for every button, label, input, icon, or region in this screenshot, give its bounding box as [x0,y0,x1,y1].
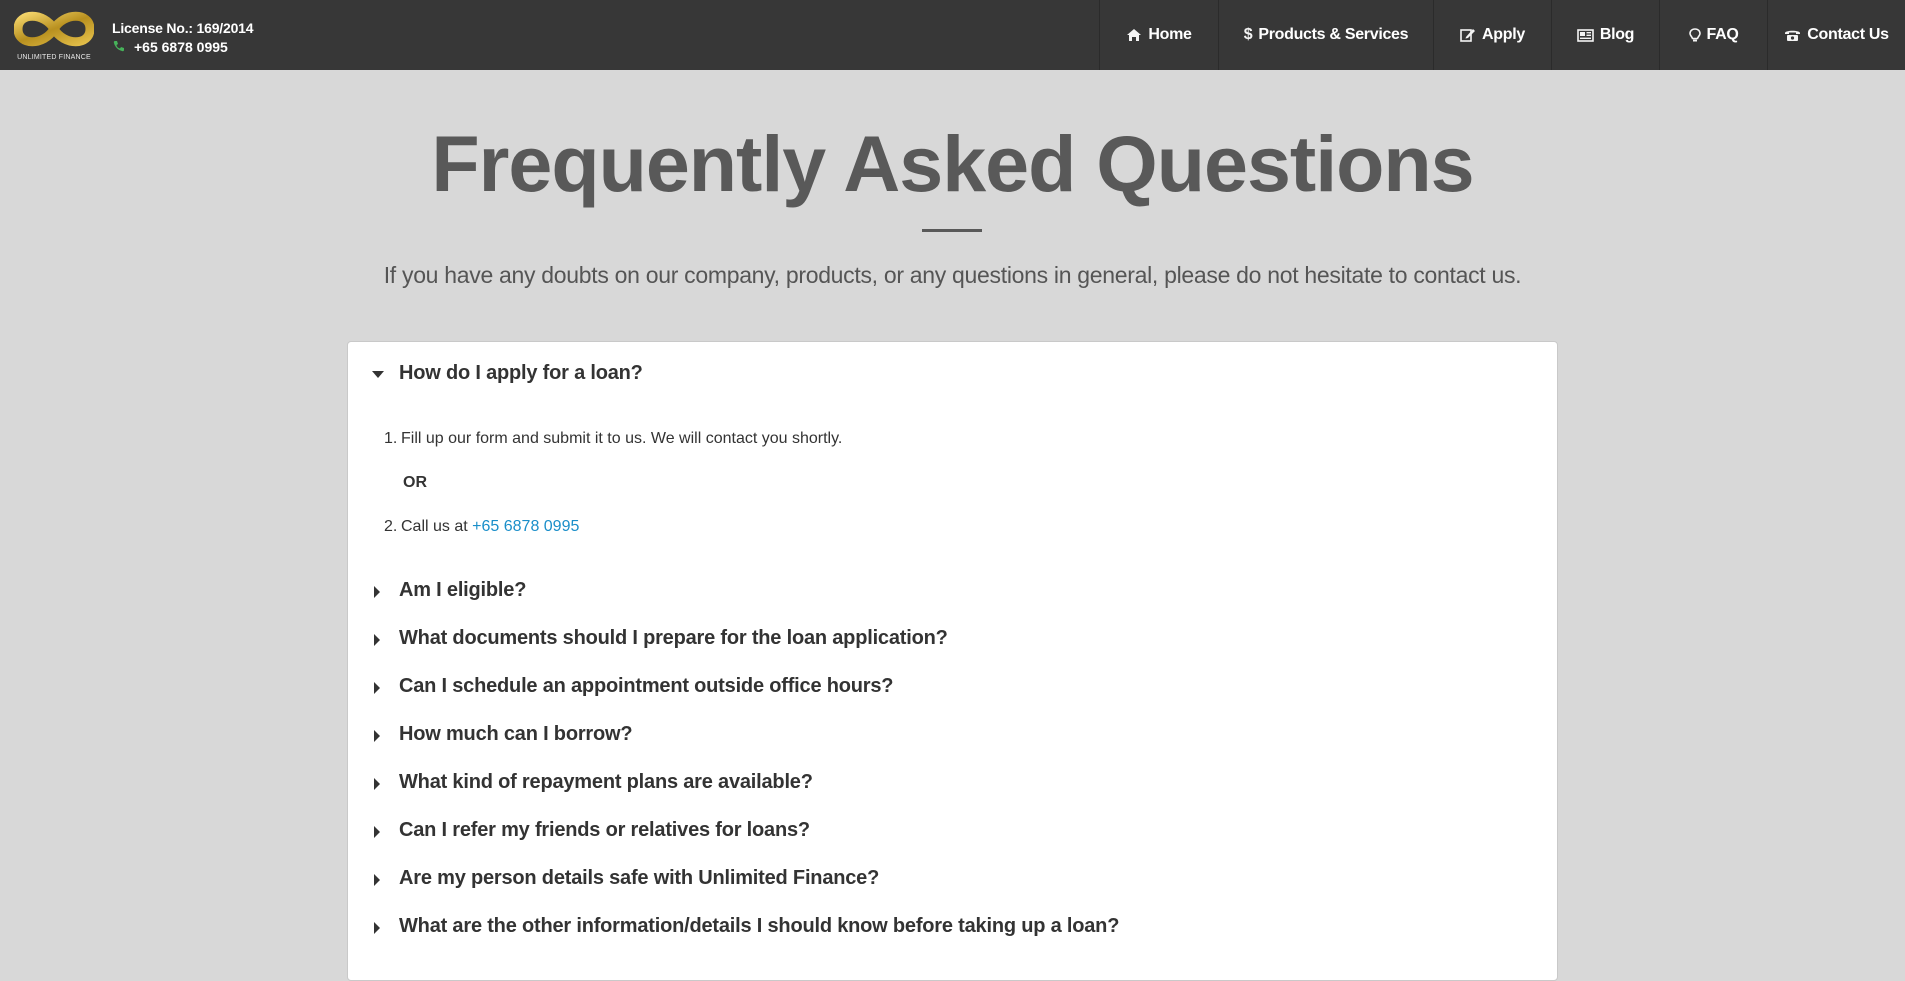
nav-blog[interactable]: Blog [1551,0,1659,70]
caret-right-icon [372,729,382,742]
caret-right-icon [372,585,382,598]
caret-right-icon [372,921,382,934]
faq-question[interactable]: What are the other information/details I… [372,915,1119,938]
faq-question[interactable]: Can I schedule an appointment outside of… [372,675,893,698]
faq-question-text: What documents should I prepare for the … [399,627,948,649]
nav-faq-label: FAQ [1706,26,1739,43]
faq-question-text: How much can I borrow? [399,723,633,745]
nav-blog-label: Blog [1599,26,1635,43]
nav-home-label: Home [1148,26,1192,43]
step-1-text: Fill up our form and submit it to us. We… [401,430,843,447]
faq-panel: How do I apply for a loan? 1. Fill up our… [347,341,1558,981]
home-icon [1126,28,1142,42]
faq-question-text: How do I apply for a loan? [399,362,643,384]
telephone-icon [1784,29,1801,42]
caret-down-icon [372,369,384,379]
top-navbar: UNLIMITED FINANCE License No.: 169/2014 … [0,0,1905,70]
faq-answer-step-2: 2. Call us at +65 6878 0995 [384,518,579,536]
header-phone-number: +65 6878 0995 [134,39,228,55]
faq-question-text: What are the other information/details I… [399,915,1120,937]
nav-products-services[interactable]: $ Products & Services [1218,0,1433,70]
lightbulb-icon [1688,27,1701,43]
header-phone[interactable]: +65 6878 0995 [112,39,228,55]
logo-text: UNLIMITED FINANCE [17,54,91,61]
main-nav: Home $ Products & Services Apply Blog FA… [1099,0,1905,70]
caret-right-icon [372,633,382,646]
faq-question-open[interactable]: How do I apply for a loan? [372,362,643,385]
page-subtitle: If you have any doubts on our company, p… [383,262,1522,288]
faq-question[interactable]: Are my person details safe with Unlimite… [372,867,879,890]
faq-question[interactable]: How much can I borrow? [372,723,633,746]
faq-question-text: Am I eligible? [399,579,527,601]
title-divider [922,229,982,232]
faq-question[interactable]: Am I eligible? [372,579,526,602]
nav-apply[interactable]: Apply [1433,0,1551,70]
faq-question[interactable]: What kind of repayment plans are availab… [372,771,813,794]
caret-right-icon [372,777,382,790]
faq-question-text: Are my person details safe with Unlimite… [399,867,880,889]
caret-right-icon [372,873,382,886]
infinity-logo-icon [14,11,94,47]
nav-home[interactable]: Home [1099,0,1218,70]
edit-icon [1460,28,1476,42]
nav-contact-us[interactable]: Contact Us [1767,0,1905,70]
faq-question-text: What kind of repayment plans are availab… [399,771,813,793]
dollar-icon: $ [1243,26,1253,43]
nav-contact-label: Contact Us [1807,26,1889,43]
nav-apply-label: Apply [1482,26,1525,43]
faq-question-text: Can I refer my friends or relatives for … [399,819,810,841]
phone-icon [112,40,126,55]
phone-link[interactable]: +65 6878 0995 [472,518,579,535]
faq-answer-step-1: 1. Fill up our form and submit it to us. … [384,430,842,448]
logo[interactable]: UNLIMITED FINANCE [14,6,94,64]
faq-question-text: Can I schedule an appointment outside of… [399,675,894,697]
page-title: Frequently Asked Questions [431,119,1474,208]
license-number: License No.: 169/2014 [112,20,254,36]
faq-answer-or: OR [403,474,427,491]
newspaper-icon [1577,28,1594,42]
caret-right-icon [372,681,382,694]
step-2-prefix: Call us at [401,518,468,535]
faq-question[interactable]: Can I refer my friends or relatives for … [372,819,810,842]
step-2-number: 2. [384,518,398,535]
faq-question[interactable]: What documents should I prepare for the … [372,627,948,650]
nav-faq[interactable]: FAQ [1659,0,1767,70]
caret-right-icon [372,825,382,838]
step-1-number: 1. [384,430,398,447]
nav-products-label: Products & Services [1258,26,1409,43]
